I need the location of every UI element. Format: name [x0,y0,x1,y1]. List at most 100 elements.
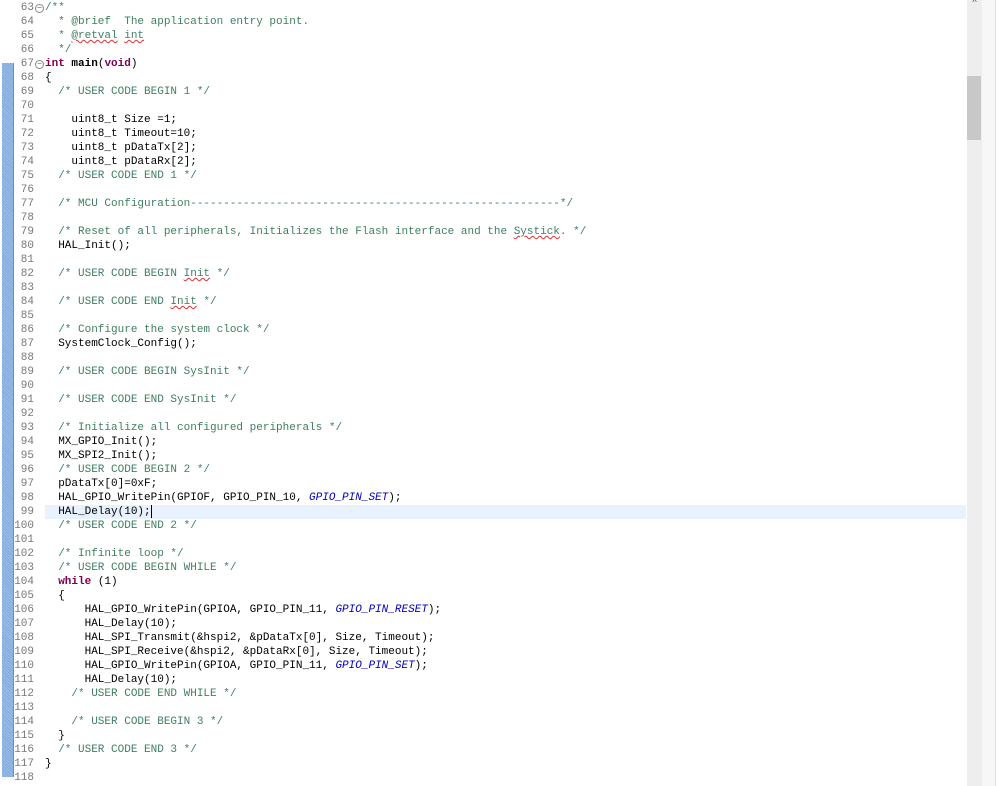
code-line[interactable]: 109 HAL_SPI_Receive(&hspi2, &pDataRx[0],… [0,645,966,659]
code-line[interactable]: 95 MX_SPI2_Init(); [0,449,966,463]
line-number: 87 [20,338,34,350]
code-line[interactable]: 117} [0,757,966,771]
code-line[interactable]: 116 /* USER CODE END 3 */ [0,743,966,757]
code-line[interactable]: 68 { [0,71,966,85]
code-line[interactable]: 99 HAL_Delay(10); [0,505,966,519]
code-line[interactable]: 102 /* Infinite loop */ [0,547,966,561]
overview-ruler [982,0,996,786]
code-comment: /* USER CODE END 1 */ [58,170,197,182]
line-number: 93 [20,422,34,434]
code-line[interactable]: 65 * @retval int [0,29,966,43]
code-text: { [45,71,966,85]
code-line[interactable]: 72 uint8_t Timeout=10; [0,127,966,141]
line-number: 71 [20,114,34,126]
code-line[interactable]: 75 /* USER CODE END 1 */ [0,169,966,183]
code-line[interactable]: 106 HAL_GPIO_WritePin(GPIOA, GPIO_PIN_11… [0,603,966,617]
line-number: 101 [14,534,34,546]
code-line[interactable]: 82 /* USER CODE BEGIN Init */ [0,267,966,281]
code-token: MX_SPI2_Init(); [45,450,158,462]
code-comment: /* Initialize all configured peripherals… [58,422,343,434]
code-line[interactable]: 76 [0,183,966,197]
code-line[interactable]: 108 HAL_SPI_Transmit(&hspi2, &pDataTx[0]… [0,631,966,645]
code-line[interactable]: 89 /* USER CODE BEGIN SysInit */ [0,365,966,379]
code-line[interactable]: 100 /* USER CODE END 2 */ [0,519,966,533]
code-line[interactable]: 91 /* USER CODE END SysInit */ [0,393,966,407]
code-line[interactable]: 94 MX_GPIO_Init(); [0,435,966,449]
code-line[interactable]: 118 [0,771,966,785]
code-line[interactable]: 87 SystemClock_Config(); [0,337,966,351]
code-line[interactable]: 97 pDataTx[0]=0xF; [0,477,966,491]
code-line[interactable]: 114 /* USER CODE BEGIN 3 */ [0,715,966,729]
code-line[interactable]: 112 /* USER CODE END WHILE */ [0,687,966,701]
code-line[interactable]: 77 /* MCU Configuration-----------------… [0,197,966,211]
code-line[interactable]: 104 while (1) [0,575,966,589]
code-comment: /* USER CODE END WHILE */ [71,688,237,700]
code-line[interactable]: 70 [0,99,966,113]
code-line[interactable]: 73 uint8_t pDataTx[2]; [0,141,966,155]
code-token: HAL_Delay(10); [45,506,151,518]
line-number: 102 [14,548,34,560]
code-line[interactable]: 64 * @brief The application entry point. [0,15,966,29]
code-text: HAL_SPI_Receive(&hspi2, &pDataRx[0], Siz… [45,645,966,659]
code-line[interactable]: 115 } [0,729,966,743]
code-editor[interactable]: 6263−/**64 * @brief The application entr… [0,0,966,786]
code-line[interactable]: 101 [0,533,966,547]
code-token: pDataTx[0]=0xF; [45,478,158,490]
code-keyword: int [45,58,65,70]
vertical-scrollbar[interactable]: ⌃ [967,0,982,786]
code-line[interactable]: 67− int main(void) [0,57,966,71]
code-line[interactable]: 105 { [0,589,966,603]
code-comment: . */ [559,226,587,238]
code-line[interactable]: 69 /* USER CODE BEGIN 1 */ [0,85,966,99]
code-line[interactable]: 93 /* Initialize all configured peripher… [0,421,966,435]
code-line[interactable]: 98 HAL_GPIO_WritePin(GPIOF, GPIO_PIN_10,… [0,491,966,505]
code-token: uint8_t Size =1; [45,114,178,126]
code-line[interactable]: 85 [0,309,966,323]
code-token: MX_GPIO_Init(); [45,436,158,448]
line-number: 70 [20,100,34,112]
code-line[interactable]: 71 uint8_t Size =1; [0,113,966,127]
code-line[interactable]: 63−/** [0,1,966,15]
fold-collapse-icon[interactable]: − [35,60,44,69]
code-line[interactable]: 103 /* USER CODE BEGIN WHILE */ [0,561,966,575]
scrollbar-thumb[interactable] [967,76,981,140]
code-line[interactable]: 83 [0,281,966,295]
code-text: int main(void) [45,57,966,71]
code-line[interactable]: 86 /* Configure the system clock */ [0,323,966,337]
code-line[interactable]: 79 /* Reset of all peripherals, Initiali… [0,225,966,239]
code-line[interactable]: 66 */ [0,43,966,57]
code-comment: */ [196,296,217,308]
code-line[interactable]: 90 [0,379,966,393]
code-comment: /* USER CODE END 2 */ [58,520,197,532]
code-text: SystemClock_Config(); [45,337,966,351]
code-text: /* USER CODE END Init */ [45,295,966,309]
code-comment: /* Configure the system clock */ [58,324,270,336]
code-line[interactable]: 107 HAL_Delay(10); [0,617,966,631]
code-comment: int [124,30,145,42]
code-comment: /* Infinite loop */ [58,548,184,560]
code-line[interactable]: 88 [0,351,966,365]
code-line[interactable]: 111 HAL_Delay(10); [0,673,966,687]
code-line[interactable]: 80 HAL_Init(); [0,239,966,253]
code-line[interactable]: 96 /* USER CODE BEGIN 2 */ [0,463,966,477]
line-number: 90 [20,380,34,392]
scroll-up-arrow-icon[interactable]: ⌃ [967,0,982,12]
line-number: 67 [20,58,34,70]
code-line[interactable]: 84 /* USER CODE END Init */ [0,295,966,309]
fold-collapse-icon[interactable]: − [35,4,44,13]
code-line[interactable]: 81 [0,253,966,267]
line-number: 91 [20,394,34,406]
code-line[interactable]: 92 [0,407,966,421]
code-line[interactable]: 74 uint8_t pDataRx[2]; [0,155,966,169]
code-line[interactable]: 110 HAL_GPIO_WritePin(GPIOA, GPIO_PIN_11… [0,659,966,673]
code-text: /* USER CODE BEGIN 1 */ [45,85,966,99]
code-line[interactable]: 113 [0,701,966,715]
code-line[interactable]: 78 [0,211,966,225]
code-token: HAL_Delay(10); [45,618,178,630]
code-enum-constant: GPIO_PIN_SET [309,492,389,504]
code-token: HAL_GPIO_WritePin(GPIOA, GPIO_PIN_11, [45,660,336,672]
